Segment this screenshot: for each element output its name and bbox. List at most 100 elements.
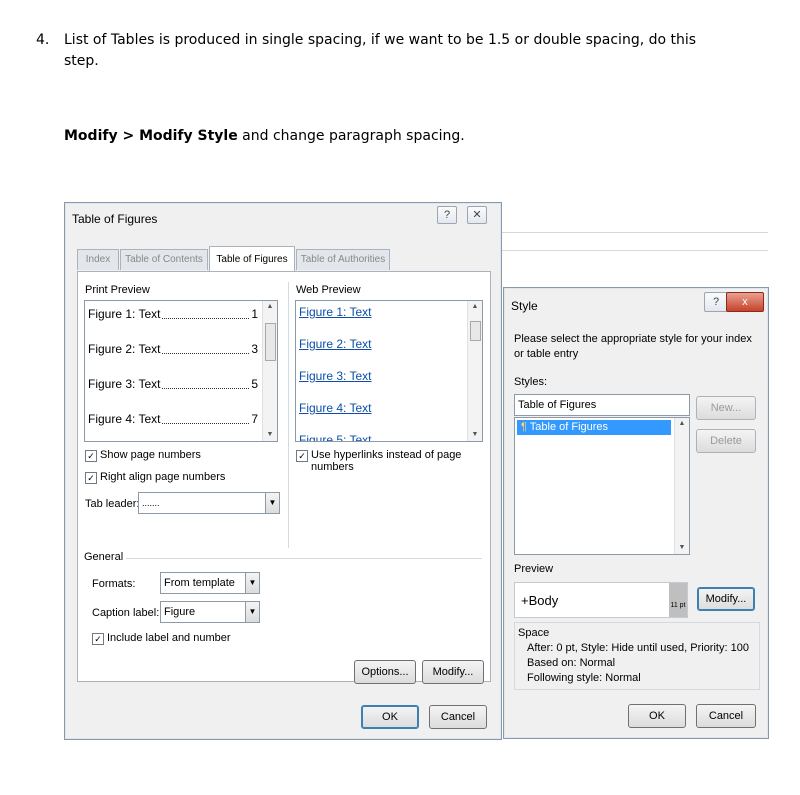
chevron-down-icon[interactable]: ▼	[245, 602, 259, 622]
tab-strip: Index Table of Contents Table of Figures…	[77, 246, 485, 273]
entry-label: Figure 1: Text	[88, 307, 161, 321]
tab-leader-label: Tab leader:	[85, 498, 140, 510]
style-dialog: Style ? x Please select the appropriate …	[503, 287, 769, 739]
column-separator	[288, 282, 289, 548]
right-align-label: Right align page numbers	[100, 471, 226, 483]
scroll-down-icon[interactable]: ▼	[675, 542, 689, 554]
include-label-number-label: Include label and number	[107, 632, 231, 644]
entry-label: Figure 2: Text	[88, 342, 161, 356]
options-button[interactable]: Options...	[354, 660, 416, 684]
print-preview-entry: Figure 1: Text 1	[88, 307, 258, 323]
scroll-down-icon[interactable]: ▼	[263, 429, 277, 441]
print-preview-label: Print Preview	[85, 284, 150, 296]
styles-label: Styles:	[514, 376, 548, 388]
entry-leader	[162, 307, 250, 319]
entry-page: 7	[251, 412, 258, 426]
scroll-thumb[interactable]	[470, 321, 481, 341]
scroll-down-icon[interactable]: ▼	[468, 429, 482, 441]
styles-input[interactable]: Table of Figures	[514, 394, 690, 416]
instruction-line-2: step.	[64, 53, 99, 69]
style-title-bar: Style ? x	[504, 288, 768, 318]
styles-list-item-label: Table of Figures	[529, 421, 609, 433]
web-preview-link[interactable]: Figure 1: Text	[299, 305, 371, 319]
tab-leader-dropdown[interactable]: ....... ▼	[138, 492, 280, 514]
step-number: 4.	[36, 32, 50, 48]
formats-value: From template	[164, 577, 235, 589]
formats-label: Formats:	[92, 578, 136, 590]
preview-size: 11 pt	[669, 583, 687, 617]
style-prompt: Please select the appropriate style for …	[514, 333, 752, 360]
entry-leader	[162, 342, 250, 354]
web-preview-link[interactable]: Figure 5: Text	[299, 433, 371, 441]
cancel-button[interactable]: Cancel	[429, 705, 487, 729]
dialog-title-bar: Table of Figures ? ✕	[65, 203, 501, 233]
delete-button[interactable]: Delete	[696, 429, 756, 453]
background-line	[502, 250, 768, 251]
modify-button[interactable]: Modify...	[697, 587, 755, 611]
scroll-up-icon[interactable]: ▲	[675, 418, 689, 430]
styles-list-item[interactable]: ¶ Table of Figures	[517, 420, 671, 435]
print-preview-entry: Figure 4: Text 7	[88, 412, 258, 428]
web-preview-link[interactable]: Figure 2: Text	[299, 337, 371, 351]
cancel-button[interactable]: Cancel	[696, 704, 756, 728]
modify-step-text: Modify > Modify Style and change paragra…	[64, 126, 465, 147]
web-preview-link[interactable]: Figure 4: Text	[299, 401, 371, 415]
use-hyperlinks-checkbox[interactable]: ✓	[296, 450, 308, 462]
print-preview-entry: Figure 2: Text 3	[88, 342, 258, 358]
ok-button[interactable]: OK	[628, 704, 686, 728]
description-line-2: After: 0 pt, Style: Hide until used, Pri…	[527, 642, 749, 654]
chevron-down-icon[interactable]: ▼	[245, 573, 259, 593]
modify-step-bold: Modify > Modify Style	[64, 128, 238, 144]
description-line-4: Following style: Normal	[527, 672, 641, 684]
tab-leader-value: .......	[142, 498, 160, 508]
background-line	[502, 232, 768, 233]
web-preview-link[interactable]: Figure 3: Text	[299, 369, 371, 383]
preview-label: Preview	[514, 563, 554, 575]
general-separator	[126, 558, 482, 559]
description-line-3: Based on: Normal	[527, 657, 616, 669]
web-preview-label: Web Preview	[296, 284, 361, 296]
web-preview-scrollbar[interactable]: ▲ ▼	[467, 301, 482, 441]
use-hyperlinks-label: Use hyperlinks instead of page numbers	[311, 449, 462, 473]
ok-button[interactable]: OK	[361, 705, 419, 729]
help-button[interactable]: ?	[437, 206, 457, 224]
entry-page: 5	[251, 377, 258, 391]
scroll-up-icon[interactable]: ▲	[468, 301, 482, 313]
paragraph-style-icon: ¶	[521, 421, 530, 433]
style-description: Space After: 0 pt, Style: Hide until use…	[514, 622, 760, 690]
tab-table-of-authorities[interactable]: Table of Authorities	[296, 249, 390, 270]
show-page-numbers-label: Show page numbers	[100, 449, 201, 461]
chevron-down-icon[interactable]: ▼	[265, 493, 279, 513]
formats-dropdown[interactable]: From template ▼	[160, 572, 260, 594]
print-preview-scrollbar[interactable]: ▲ ▼	[262, 301, 277, 441]
preview-box: +Body 11 pt	[514, 582, 688, 618]
table-of-figures-dialog: Table of Figures ? ✕ Index Table of Cont…	[64, 202, 502, 740]
entry-page: 3	[251, 342, 258, 356]
modify-button[interactable]: Modify...	[422, 660, 484, 684]
print-preview-box: Figure 1: Text 1 Figure 2: Text 3 Figure 3: …	[84, 300, 278, 442]
right-align-checkbox[interactable]: ✓	[85, 472, 97, 484]
new-button[interactable]: New...	[696, 396, 756, 420]
caption-label-label: Caption label:	[92, 607, 160, 619]
entry-leader	[162, 377, 250, 389]
tab-panel: Print Preview Figure 1: Text 1 Figure 2: T…	[77, 271, 491, 684]
include-label-number-checkbox[interactable]: ✓	[92, 633, 104, 645]
show-page-numbers-checkbox[interactable]: ✓	[85, 450, 97, 462]
print-preview-entry: Figure 3: Text 5	[88, 377, 258, 393]
close-button[interactable]: x	[726, 292, 764, 312]
entry-label: Figure 4: Text	[88, 412, 161, 426]
caption-label-dropdown[interactable]: Figure ▼	[160, 601, 260, 623]
caption-label-value: Figure	[164, 606, 196, 618]
styles-list-scrollbar[interactable]: ▲ ▼	[674, 418, 689, 554]
entry-leader	[162, 412, 250, 424]
tab-table-of-figures[interactable]: Table of Figures	[209, 246, 295, 271]
scroll-up-icon[interactable]: ▲	[263, 301, 277, 313]
styles-list: ¶ Table of Figures ▲ ▼	[514, 417, 690, 555]
tab-index[interactable]: Index	[77, 249, 119, 270]
scroll-thumb[interactable]	[265, 323, 276, 361]
modify-step-rest: and change paragraph spacing.	[237, 128, 465, 144]
entry-label: Figure 3: Text	[88, 377, 161, 391]
help-button[interactable]: ?	[704, 292, 728, 312]
close-button[interactable]: ✕	[467, 206, 487, 224]
tab-table-of-contents[interactable]: Table of Contents	[120, 249, 208, 270]
